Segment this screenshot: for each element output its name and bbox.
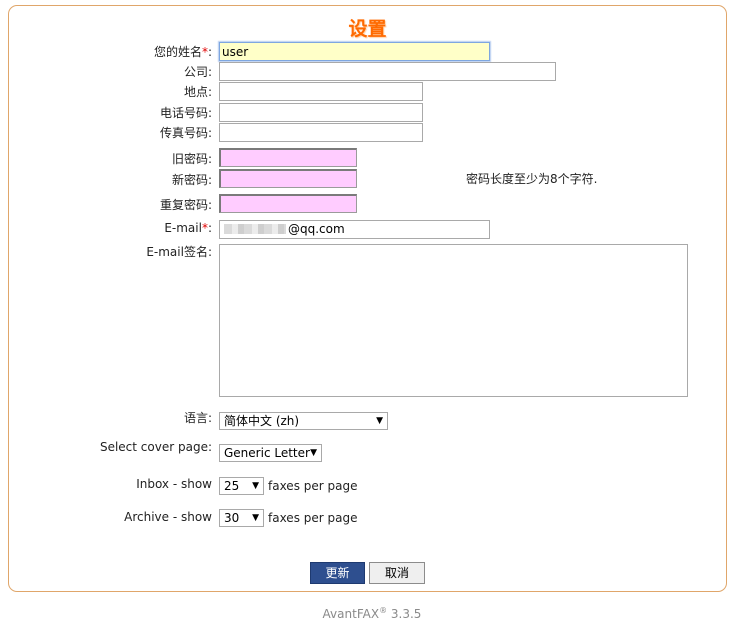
- cover-page-select[interactable]: Generic Letter ▼: [219, 444, 322, 462]
- email-label-text: E-mail: [164, 221, 202, 235]
- email-value-text: @qq.com: [288, 222, 345, 236]
- chevron-down-icon: ▼: [310, 448, 317, 458]
- colon: :: [207, 221, 212, 235]
- footer-product: AvantFAX: [322, 607, 380, 621]
- inbox-suffix: faxes per page: [268, 479, 358, 493]
- inbox-selected: 25: [224, 479, 240, 493]
- colon: :: [207, 45, 212, 59]
- footer: AvantFAX® 3.3.5: [0, 606, 744, 621]
- repeat-password-input[interactable]: [219, 194, 357, 213]
- inbox-per-page-select[interactable]: 25 ▼: [219, 477, 264, 495]
- fax-input[interactable]: [219, 123, 423, 142]
- archive-per-page-select[interactable]: 30 ▼: [219, 509, 264, 527]
- email-signature-textarea[interactable]: [219, 244, 688, 397]
- email-label: E-mail*:: [164, 221, 212, 235]
- repeat-password-label: 重复密码:: [159, 198, 212, 212]
- phone-input[interactable]: [219, 103, 423, 122]
- password-hint: 密码长度至少为8个字符.: [466, 172, 598, 186]
- new-password-input[interactable]: [219, 169, 357, 188]
- update-button[interactable]: 更新: [310, 562, 365, 584]
- chevron-down-icon: ▼: [252, 481, 259, 491]
- cancel-button[interactable]: 取消: [369, 562, 425, 584]
- language-label: 语言:: [183, 411, 212, 425]
- language-selected: 简体中文 (zh): [224, 414, 300, 428]
- cover-page-label: Select cover page:: [99, 440, 212, 454]
- name-label: 您的姓名*:: [154, 43, 212, 60]
- location-input[interactable]: [219, 82, 423, 101]
- name-input[interactable]: [219, 42, 490, 61]
- redacted-email-prefix: [224, 224, 286, 234]
- company-label: 公司:: [183, 65, 212, 79]
- footer-registered-mark: ®: [379, 606, 388, 615]
- email-signature-label: E-mail签名:: [146, 245, 212, 259]
- footer-version: 3.3.5: [390, 607, 422, 621]
- name-label-text: 您的姓名: [153, 45, 202, 59]
- language-select[interactable]: 简体中文 (zh) ▼: [219, 412, 388, 430]
- chevron-down-icon: ▼: [252, 513, 259, 523]
- archive-selected: 30: [224, 511, 240, 525]
- inbox-label: Inbox - show: [136, 477, 212, 491]
- location-label: 地点:: [183, 85, 212, 99]
- phone-label: 电话号码:: [159, 106, 212, 120]
- fax-label: 传真号码:: [159, 126, 212, 140]
- cover-page-selected: Generic Letter: [224, 446, 310, 460]
- old-password-input[interactable]: [219, 148, 357, 167]
- archive-suffix: faxes per page: [268, 511, 358, 525]
- company-input[interactable]: [219, 62, 556, 81]
- new-password-label: 新密码:: [171, 173, 212, 187]
- page-title: 设置: [348, 18, 387, 40]
- archive-label: Archive - show: [124, 510, 212, 524]
- chevron-down-icon: ▼: [376, 416, 383, 426]
- old-password-label: 旧密码:: [171, 152, 212, 166]
